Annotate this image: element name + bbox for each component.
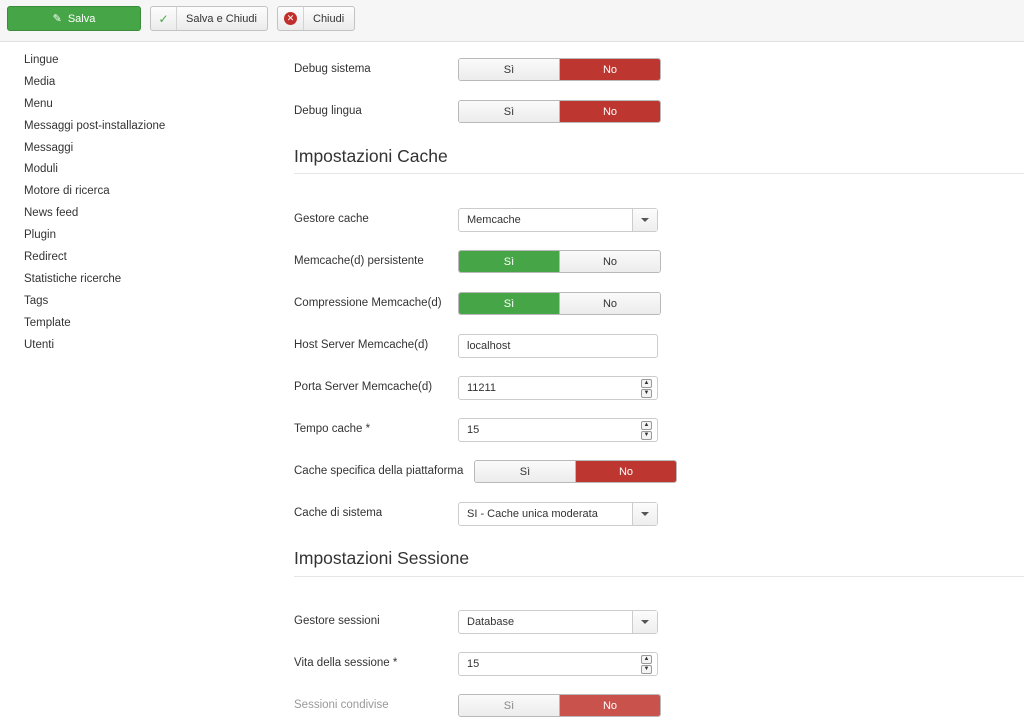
cache-handler-select[interactable]: Memcache	[458, 208, 658, 232]
system-cache-select[interactable]: SI - Cache unica moderata	[458, 502, 658, 526]
platform-cache-yes[interactable]: Sì	[475, 461, 575, 482]
checkmark-icon: ✓	[158, 11, 169, 26]
memcache-compression-no[interactable]: No	[559, 293, 660, 314]
sidebar-item-moduli[interactable]: Moduli	[24, 162, 254, 184]
memcache-port-label: Porta Server Memcache(d)	[294, 381, 433, 393]
divider	[294, 576, 1024, 577]
debug-system-no[interactable]: No	[559, 59, 660, 80]
memcache-host-input[interactable]: localhost	[458, 334, 658, 358]
session-handler-row: Gestore sessioni Database	[294, 610, 694, 634]
cache-settings-heading: Impostazioni Cache	[294, 146, 448, 166]
memcache-compression-row: Compressione Memcache(d) Sì No	[294, 292, 694, 316]
sidebar-item-plugin[interactable]: Plugin	[24, 228, 254, 250]
cache-handler-value: Memcache	[467, 214, 521, 226]
number-stepper[interactable]: ▲ ▼	[641, 655, 652, 674]
debug-language-label: Debug lingua	[294, 105, 362, 117]
debug-system-row: Debug sistema Sì No	[294, 58, 694, 82]
sidebar-item-post-install-messages[interactable]: Messaggi post-installazione	[24, 119, 254, 141]
shared-sessions-no[interactable]: No	[559, 695, 660, 716]
number-stepper[interactable]: ▲ ▼	[641, 421, 652, 440]
stepper-up-icon[interactable]: ▲	[641, 379, 652, 388]
memcache-persistent-no[interactable]: No	[559, 251, 660, 272]
close-button[interactable]: ✕ Chiudi	[277, 6, 355, 31]
platform-cache-no[interactable]: No	[575, 461, 676, 482]
memcache-host-value: localhost	[467, 340, 511, 352]
shared-sessions-label: Sessioni condivise	[294, 699, 389, 711]
memcache-host-row: Host Server Memcache(d) localhost	[294, 334, 694, 358]
sidebar-item-menu[interactable]: Menu	[24, 97, 254, 119]
stepper-up-icon[interactable]: ▲	[641, 421, 652, 430]
shared-sessions-toggle: Sì No	[458, 694, 661, 717]
memcache-compression-label: Compressione Memcache(d)	[294, 297, 442, 309]
memcache-persistent-yes[interactable]: Sì	[459, 251, 559, 272]
session-handler-label: Gestore sessioni	[294, 615, 380, 627]
debug-language-row: Debug lingua Sì No	[294, 100, 694, 124]
chevron-down-icon	[641, 512, 649, 516]
debug-system-yes[interactable]: Sì	[459, 59, 559, 80]
number-stepper[interactable]: ▲ ▼	[641, 379, 652, 398]
debug-system-toggle: Sì No	[458, 58, 661, 81]
chevron-down-icon	[641, 218, 649, 222]
edit-icon: ✎	[52, 13, 62, 25]
memcache-host-label: Host Server Memcache(d)	[294, 339, 429, 351]
save-button[interactable]: ✎ Salva	[7, 6, 141, 31]
session-handler-value: Database	[467, 616, 515, 628]
system-cache-value: SI - Cache unica moderata	[467, 508, 598, 520]
sidebar-item-tags[interactable]: Tags	[24, 294, 254, 316]
close-icon: ✕	[284, 12, 297, 25]
debug-language-toggle: Sì No	[458, 100, 661, 123]
cache-handler-label: Gestore cache	[294, 213, 369, 225]
cache-time-label: Tempo cache *	[294, 423, 371, 435]
toolbar: ✎ Salva ✓ Salva e Chiudi ✕ Chiudi	[0, 0, 1024, 42]
memcache-compression-toggle: Sì No	[458, 292, 661, 315]
system-cache-row: Cache di sistema SI - Cache unica modera…	[294, 502, 694, 526]
memcache-persistent-toggle: Sì No	[458, 250, 661, 273]
session-lifetime-row: Vita della sessione * 15 ▲ ▼	[294, 652, 694, 676]
stepper-up-icon[interactable]: ▲	[641, 655, 652, 664]
debug-system-label: Debug sistema	[294, 63, 371, 75]
memcache-persistent-label: Memcache(d) persistente	[294, 255, 424, 267]
session-settings-heading: Impostazioni Sessione	[294, 548, 470, 568]
sidebar-item-media[interactable]: Media	[24, 75, 254, 97]
save-button-label: Salva	[67, 12, 96, 25]
system-cache-label: Cache di sistema	[294, 507, 383, 519]
session-lifetime-value: 15	[467, 658, 480, 670]
session-lifetime-input[interactable]: 15 ▲ ▼	[458, 652, 658, 676]
sidebar-item-redirect[interactable]: Redirect	[24, 250, 254, 272]
stepper-down-icon[interactable]: ▼	[641, 431, 652, 440]
platform-cache-toggle: Sì No	[474, 460, 677, 483]
save-and-close-button[interactable]: ✓ Salva e Chiudi	[150, 6, 268, 31]
memcache-port-input[interactable]: 11211 ▲ ▼	[458, 376, 658, 400]
debug-language-yes[interactable]: Sì	[459, 101, 559, 122]
memcache-port-row: Porta Server Memcache(d) 11211 ▲ ▼	[294, 376, 694, 400]
sidebar-item-search-engine[interactable]: Motore di ricerca	[24, 184, 254, 206]
sidebar-item-template[interactable]: Template	[24, 316, 254, 338]
sidebar-item-lingue[interactable]: Lingue	[24, 53, 254, 75]
session-handler-select[interactable]: Database	[458, 610, 658, 634]
stepper-down-icon[interactable]: ▼	[641, 389, 652, 398]
close-label: Chiudi	[313, 12, 345, 25]
cache-time-value: 15	[467, 424, 480, 436]
sidebar-item-search-stats[interactable]: Statistiche ricerche	[24, 272, 254, 294]
chevron-down-icon	[641, 620, 649, 624]
session-lifetime-label: Vita della sessione *	[294, 657, 398, 669]
platform-cache-label: Cache specifica della piattaforma	[294, 465, 464, 477]
cache-time-input[interactable]: 15 ▲ ▼	[458, 418, 658, 442]
platform-cache-row: Cache specifica della piattaforma Sì No	[294, 460, 694, 484]
sidebar-item-utenti[interactable]: Utenti	[24, 338, 254, 360]
memcache-compression-yes[interactable]: Sì	[459, 293, 559, 314]
sidebar: Lingue Media Menu Messaggi post-installa…	[24, 53, 254, 359]
sidebar-item-messaggi[interactable]: Messaggi	[24, 141, 254, 163]
divider	[294, 173, 1024, 174]
save-and-close-label: Salva e Chiudi	[186, 12, 257, 25]
stepper-down-icon[interactable]: ▼	[641, 665, 652, 674]
memcache-persistent-row: Memcache(d) persistente Sì No	[294, 250, 694, 274]
debug-language-no[interactable]: No	[559, 101, 660, 122]
shared-sessions-row: Sessioni condivise Sì No	[294, 694, 694, 718]
sidebar-item-news-feed[interactable]: News feed	[24, 206, 254, 228]
memcache-port-value: 11211	[467, 382, 496, 394]
cache-time-row: Tempo cache * 15 ▲ ▼	[294, 418, 694, 442]
shared-sessions-yes[interactable]: Sì	[459, 695, 559, 716]
cache-handler-row: Gestore cache Memcache	[294, 208, 694, 232]
